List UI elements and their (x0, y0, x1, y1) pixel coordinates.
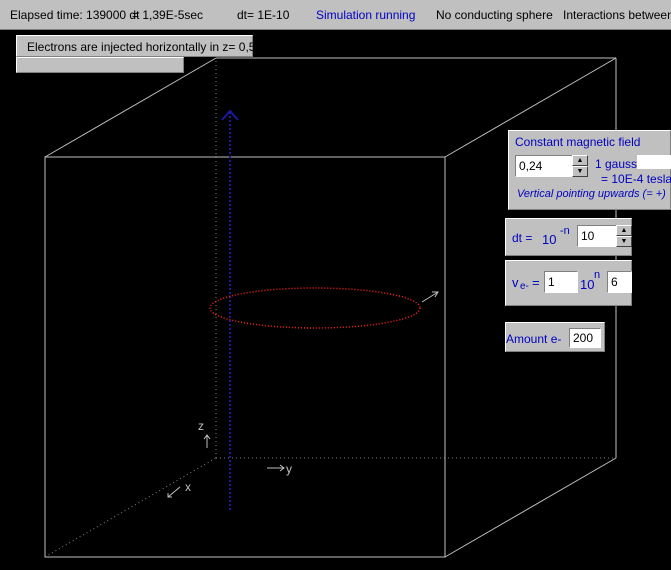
velocity-arrow-icon (421, 291, 439, 303)
axis-x-label: x (185, 480, 191, 494)
velocity-equals: = (532, 275, 540, 290)
amount-panel: Amount e- 200 (505, 322, 605, 352)
magnetic-field-input[interactable]: 0,24 (515, 155, 573, 177)
dt-exponent: -n (560, 225, 570, 237)
axis-z-label: z (198, 419, 204, 433)
spin-down-icon[interactable]: ▼ (572, 166, 588, 177)
gauss-unit-label: 1 gauss (595, 157, 638, 171)
magnetic-field-spinner[interactable]: ▲ ▼ (572, 155, 588, 177)
dt-panel: dt = 10 -n 10 ▲ ▼ (505, 218, 632, 256)
amount-label: Amount e- (506, 332, 562, 346)
velocity-subscript: e- (520, 281, 529, 292)
spin-up-icon[interactable]: ▲ (616, 225, 632, 236)
velocity-mantissa-input[interactable]: 1 (544, 271, 578, 293)
electron-trajectory (209, 287, 421, 329)
field-direction-label: Vertical pointing upwards (= +) (517, 188, 666, 200)
velocity-label: v (512, 275, 519, 290)
magnetic-field-panel: Constant magnetic field 0,24 ▲ ▼ 1 gauss… (508, 130, 671, 210)
tesla-label: = 10E-4 tesla (601, 172, 671, 186)
amount-input[interactable]: 200 (569, 328, 601, 348)
spin-down-icon[interactable]: ▼ (616, 236, 632, 247)
gauss-unit-field[interactable] (637, 155, 671, 169)
axis-y-label: y (286, 462, 292, 476)
spin-up-icon[interactable]: ▲ (572, 155, 588, 166)
velocity-exponent: n (594, 269, 601, 281)
dt-base: 10 (542, 232, 557, 247)
magnetic-field-title: Constant magnetic field (515, 135, 641, 149)
dt-label: dt = (512, 231, 533, 245)
field-arrow-icon (221, 109, 239, 121)
velocity-panel: v e- = 1 10 n 6 (505, 260, 632, 306)
dt-spinner[interactable]: ▲ ▼ (616, 225, 632, 247)
velocity-n-input[interactable]: 6 (607, 271, 632, 293)
velocity-base: 10 (580, 277, 595, 292)
